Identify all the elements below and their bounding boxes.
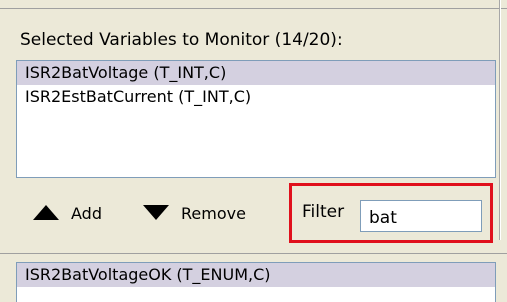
available-variables-list[interactable]: ISR2BatVoltageOK (T_ENUM,C)	[16, 262, 496, 302]
add-button-label: Add	[71, 204, 102, 223]
selected-variables-list[interactable]: ISR2BatVoltage (T_INT,C) ISR2EstBatCurre…	[16, 60, 496, 178]
filter-input[interactable]	[360, 200, 482, 232]
top-border	[0, 0, 507, 9]
list-item[interactable]: ISR2EstBatCurrent (T_INT,C)	[17, 85, 495, 109]
remove-button[interactable]: Remove	[143, 201, 246, 227]
filter-label: Filter	[302, 202, 345, 222]
list-item[interactable]: ISR2BatVoltageOK (T_ENUM,C)	[17, 263, 495, 287]
triangle-up-icon	[33, 205, 59, 220]
monitor-variables-panel: Selected Variables to Monitor (14/20): I…	[0, 0, 507, 302]
list-item[interactable]: ISR2BatVoltage (T_INT,C)	[17, 61, 495, 85]
triangle-down-icon	[143, 205, 169, 220]
right-divider-highlight	[500, 0, 501, 240]
selected-variables-title: Selected Variables to Monitor (14/20):	[20, 30, 343, 50]
add-button[interactable]: Add	[33, 201, 102, 227]
remove-button-label: Remove	[181, 204, 246, 223]
section-divider	[0, 253, 507, 254]
